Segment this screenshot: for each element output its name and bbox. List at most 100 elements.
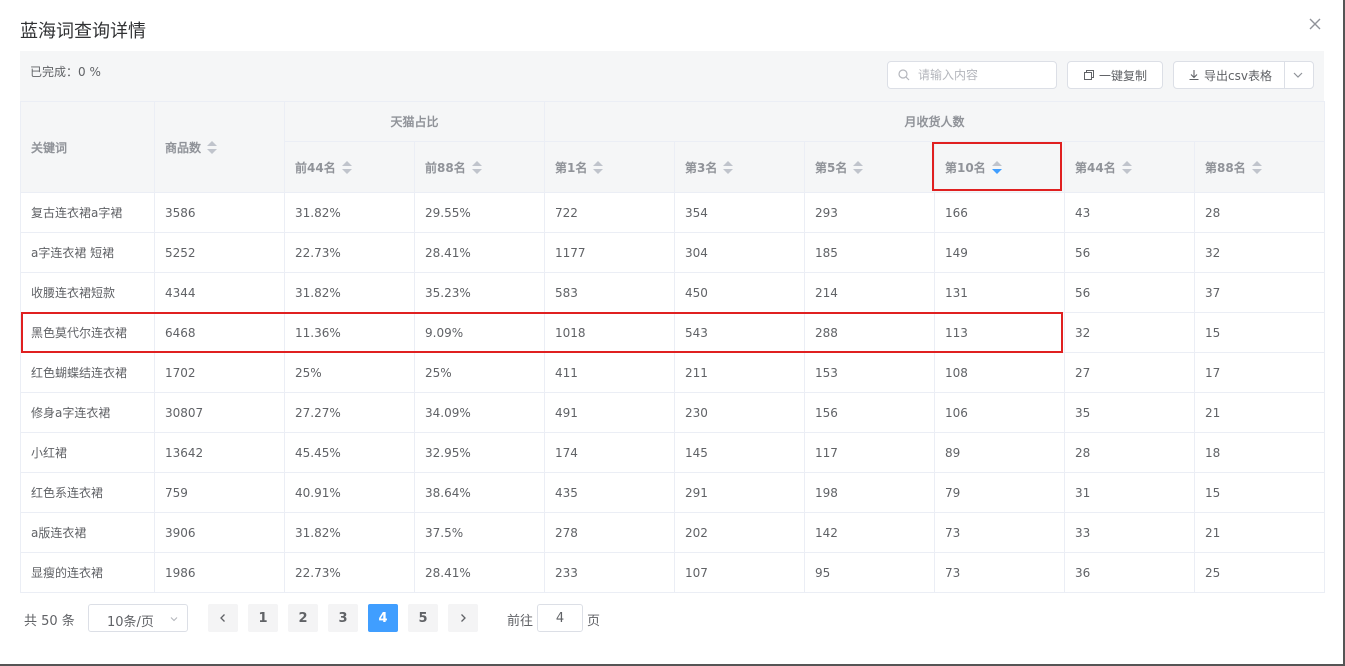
table-cell: 36 <box>1064 552 1196 593</box>
table-cell: 13642 <box>154 432 285 473</box>
header-keyword: 关键词 <box>20 101 155 193</box>
table-cell: 1702 <box>154 352 285 393</box>
table-cell: 79 <box>934 472 1066 513</box>
header-rank3[interactable]: 第3名 <box>674 141 806 193</box>
copy-all-button[interactable]: 一键复制 <box>1067 61 1163 89</box>
table-cell: 35 <box>1064 392 1196 433</box>
sort-icon[interactable] <box>341 161 352 175</box>
table-cell: 35.23% <box>413 272 546 313</box>
table-cell: 278 <box>544 512 676 553</box>
table-cell: 153 <box>804 352 936 393</box>
close-button[interactable] <box>1307 16 1323 32</box>
table-cell: 15 <box>1194 472 1326 513</box>
sort-icon[interactable] <box>1251 161 1262 175</box>
close-icon <box>1309 18 1321 30</box>
cell-keyword: a版连衣裙 <box>20 512 155 553</box>
table-cell: 21 <box>1194 512 1326 553</box>
page-size-select[interactable]: 10条/页 <box>88 604 188 632</box>
table-cell: 22.73% <box>284 552 415 593</box>
page-button-4[interactable]: 4 <box>368 604 398 632</box>
cell-keyword: a字连衣裙 短裙 <box>20 232 155 273</box>
page-button-5[interactable]: 5 <box>408 604 438 632</box>
table-body: 复古连衣裙a字裙 3586 31.82% 29.55% 722 354 293 166 43 28… <box>20 192 1326 593</box>
table-cell: 198 <box>804 472 936 513</box>
sort-icon[interactable] <box>1121 161 1132 175</box>
page-button-3[interactable]: 3 <box>328 604 358 632</box>
table-cell: 202 <box>674 512 806 553</box>
table-cell: 543 <box>674 312 806 353</box>
cell-keyword: 修身a字连衣裙 <box>20 392 155 433</box>
header-rank10[interactable]: 第10名 <box>934 141 1066 193</box>
table-cell: 31.82% <box>284 512 415 553</box>
header-group-buyers: 月收货人数 <box>544 101 1326 142</box>
table-cell: 31.82% <box>284 192 415 233</box>
table-cell: 106 <box>934 392 1066 433</box>
table-cell: 56 <box>1064 272 1196 313</box>
search-input[interactable] <box>918 66 1048 84</box>
sort-icon[interactable] <box>207 141 218 155</box>
query-detail-dialog: 蓝海词查询详情 已完成：0 % 一键复制 导出csv表格 关键词 <box>0 0 1345 666</box>
goto-page-input[interactable] <box>537 604 583 632</box>
table-cell: 31.82% <box>284 272 415 313</box>
header-rank1[interactable]: 第1名 <box>544 141 676 193</box>
table-cell: 17 <box>1194 352 1326 393</box>
table-row: a字连衣裙 短裙 5252 22.73% 28.41% 1177 304 185 149 56 3… <box>20 232 1326 273</box>
prev-page-button[interactable] <box>208 604 238 632</box>
table-row: 收腰连衣裙短款 4344 31.82% 35.23% 583 450 214 131 56 37 <box>20 272 1326 313</box>
table-row: 显瘦的连衣裙 1986 22.73% 28.41% 233 107 95 73 36 25 <box>20 552 1326 593</box>
table-cell: 30807 <box>154 392 285 433</box>
cell-keyword: 红色系连衣裙 <box>20 472 155 513</box>
table-cell: 28.41% <box>413 552 546 593</box>
page-button-1[interactable]: 1 <box>248 604 278 632</box>
sort-icon[interactable] <box>853 161 864 175</box>
table-cell: 156 <box>804 392 936 433</box>
table-cell: 32 <box>1064 312 1196 353</box>
next-page-button[interactable] <box>448 604 478 632</box>
chevron-down-icon[interactable] <box>1292 70 1304 80</box>
table-cell: 73 <box>934 512 1066 553</box>
table-cell: 28 <box>1064 432 1196 473</box>
header-top44[interactable]: 前44名 <box>284 141 415 193</box>
table-cell: 11.36% <box>284 312 415 353</box>
page-button-2[interactable]: 2 <box>288 604 318 632</box>
header-goods-count[interactable]: 商品数 <box>154 101 285 193</box>
table-cell: 95 <box>804 552 936 593</box>
header-rank44[interactable]: 第44名 <box>1064 141 1196 193</box>
search-icon <box>898 69 910 81</box>
table-cell: 142 <box>804 512 936 553</box>
cell-keyword: 小红裙 <box>20 432 155 473</box>
table-cell: 108 <box>934 352 1066 393</box>
table-row: 复古连衣裙a字裙 3586 31.82% 29.55% 722 354 293 166 43 28 <box>20 192 1326 233</box>
cell-keyword: 收腰连衣裙短款 <box>20 272 155 313</box>
sort-icon-active[interactable] <box>991 161 1002 175</box>
table-cell: 21 <box>1194 392 1326 433</box>
table-cell: 9.09% <box>413 312 546 353</box>
copy-button-label: 一键复制 <box>1098 68 1147 83</box>
export-csv-button[interactable]: 导出csv表格 <box>1173 61 1314 89</box>
copy-icon <box>1083 70 1094 80</box>
table-cell: 107 <box>674 552 806 593</box>
toolbar-panel: 已完成：0 % 一键复制 导出csv表格 <box>20 51 1324 101</box>
table-cell: 89 <box>934 432 1066 473</box>
table-cell: 37.5% <box>413 512 546 553</box>
table-cell: 113 <box>934 312 1066 353</box>
table-cell: 185 <box>804 232 936 273</box>
sort-icon[interactable] <box>471 161 482 175</box>
table-cell: 27 <box>1064 352 1196 393</box>
table-cell: 3906 <box>154 512 285 553</box>
table-cell: 1018 <box>544 312 676 353</box>
search-box[interactable] <box>887 61 1057 89</box>
table-cell: 18 <box>1194 432 1326 473</box>
sort-icon[interactable] <box>593 161 604 175</box>
table-cell: 34.09% <box>413 392 546 433</box>
table-row: 黑色莫代尔连衣裙 6468 11.36% 9.09% 1018 543 288 113 32 15 <box>20 312 1326 353</box>
header-top88[interactable]: 前88名 <box>413 141 546 193</box>
header-rank88[interactable]: 第88名 <box>1194 141 1326 193</box>
header-rank5[interactable]: 第5名 <box>804 141 936 193</box>
sort-icon[interactable] <box>723 161 734 175</box>
table-cell: 22.73% <box>284 232 415 273</box>
table-cell: 3586 <box>154 192 285 233</box>
dialog-title: 蓝海词查询详情 <box>20 21 146 42</box>
chevron-down-icon <box>170 617 178 622</box>
total-count: 共 50 条 <box>24 614 75 629</box>
